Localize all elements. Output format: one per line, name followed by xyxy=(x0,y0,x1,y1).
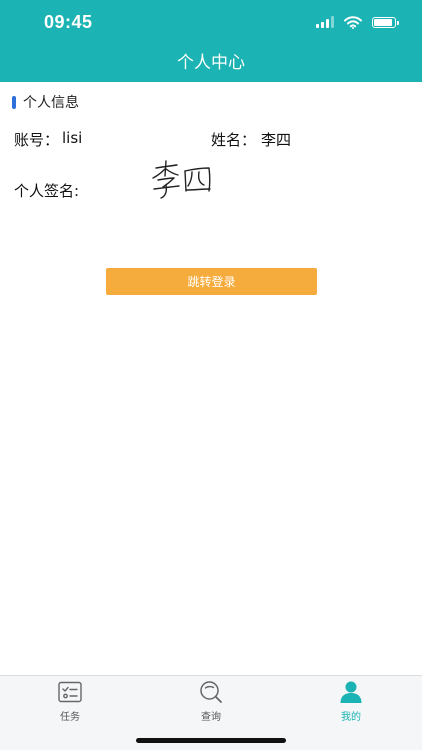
status-icons xyxy=(316,14,399,30)
name-label: 姓名： xyxy=(211,131,257,149)
top-bar: 09:45 个人中心 xyxy=(0,0,422,82)
battery-icon xyxy=(372,16,399,28)
page-title: 个人中心 xyxy=(177,53,245,73)
section-accent-bar xyxy=(12,95,16,109)
account-label: 账号： xyxy=(14,131,60,149)
home-indicator[interactable] xyxy=(136,738,286,743)
account-value: lisi xyxy=(62,129,83,147)
tab-mine-label: 我的 xyxy=(341,712,361,723)
user-icon xyxy=(340,681,362,703)
name-value: 李四 xyxy=(261,131,292,149)
login-redirect-button[interactable]: 跳转登录 xyxy=(106,268,317,295)
tab-mine[interactable]: 我的 xyxy=(311,680,391,723)
tab-tasks[interactable]: 任务 xyxy=(30,680,110,723)
cellular-signal-icon xyxy=(316,16,334,28)
section-title: 个人信息 xyxy=(23,95,79,111)
signature-label: 个人签名: xyxy=(14,182,80,200)
search-icon xyxy=(200,681,222,703)
status-time: 09:45 xyxy=(44,12,93,32)
tab-query-label: 查询 xyxy=(201,712,221,723)
tab-query[interactable]: 查询 xyxy=(171,680,251,723)
wifi-icon xyxy=(344,15,362,29)
handwritten-signature xyxy=(152,160,211,199)
section-header: 个人信息 xyxy=(12,92,79,112)
tab-tasks-label: 任务 xyxy=(60,712,80,723)
task-list-icon xyxy=(58,681,82,703)
